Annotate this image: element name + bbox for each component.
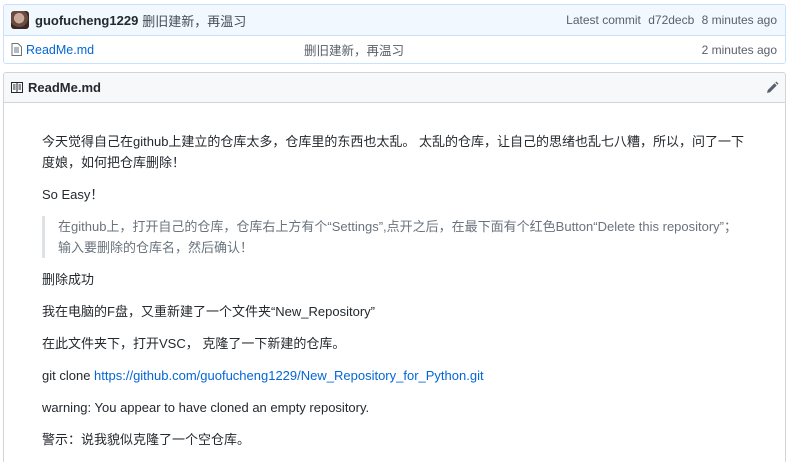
file-link[interactable]: ReadMe.md [26,43,304,57]
readme-body: 今天觉得自己在github上建立的仓库太多，仓库里的东西也太乱。 太乱的仓库，让… [4,103,785,450]
file-age: 2 minutes ago [701,42,777,57]
readme-paragraph: 在此文件夹下，打开VSC， 克隆了一下新建的仓库。 [42,336,346,351]
latest-commit-label: Latest commit [566,13,641,27]
warning-text: warning: You appear to have cloned an em… [42,400,370,415]
commit-meta: Latest commit d72decb 8 minutes ago [562,13,777,27]
file-commit-message[interactable]: 删旧建新，再温习 [304,40,404,59]
commit-author[interactable]: guofucheng1229 [35,13,138,28]
readme-title: ReadMe.md [28,80,101,95]
pencil-icon[interactable] [765,81,779,95]
readme-box: ReadMe.md 今天觉得自己在github上建立的仓库太多，仓库里的东西也太… [3,72,786,462]
readme-paragraph: 我在电脑的F盘，又重新建了一个文件夹“New_Repository” [42,304,375,319]
git-clone-line: git clone https://github.com/guofucheng1… [42,365,747,386]
book-icon [11,82,23,93]
readme-blockquote: 在github上，打开自己的仓库，仓库右上方有个“Settings”,点开之后，… [42,216,747,258]
file-row: ReadMe.md 删旧建新，再温习 2 minutes ago [4,36,785,63]
readme-paragraph: So Easy！ [42,187,104,202]
commit-hash[interactable]: d72decb [648,13,694,27]
readme-paragraph: 今天觉得自己在github上建立的仓库太多，仓库里的东西也太乱。 太乱的仓库，让… [42,134,745,170]
commit-message[interactable]: 删旧建新，再温习 [142,11,246,30]
clone-url-link[interactable]: https://github.com/guofucheng1229/New_Re… [94,368,484,383]
git-clone-prefix: git clone [42,368,95,383]
latest-commit-bar: guofucheng1229 删旧建新，再温习 Latest commit d7… [4,5,785,36]
readme-header: ReadMe.md [4,73,785,103]
readme-paragraph: 删除成功 [42,272,95,287]
file-icon [11,43,22,56]
readme-paragraph: 警示：说我貌似克隆了一个空仓库。 [42,432,251,447]
commit-box: guofucheng1229 删旧建新，再温习 Latest commit d7… [3,4,786,64]
avatar[interactable] [11,11,29,29]
commit-age: 8 minutes ago [701,13,777,27]
